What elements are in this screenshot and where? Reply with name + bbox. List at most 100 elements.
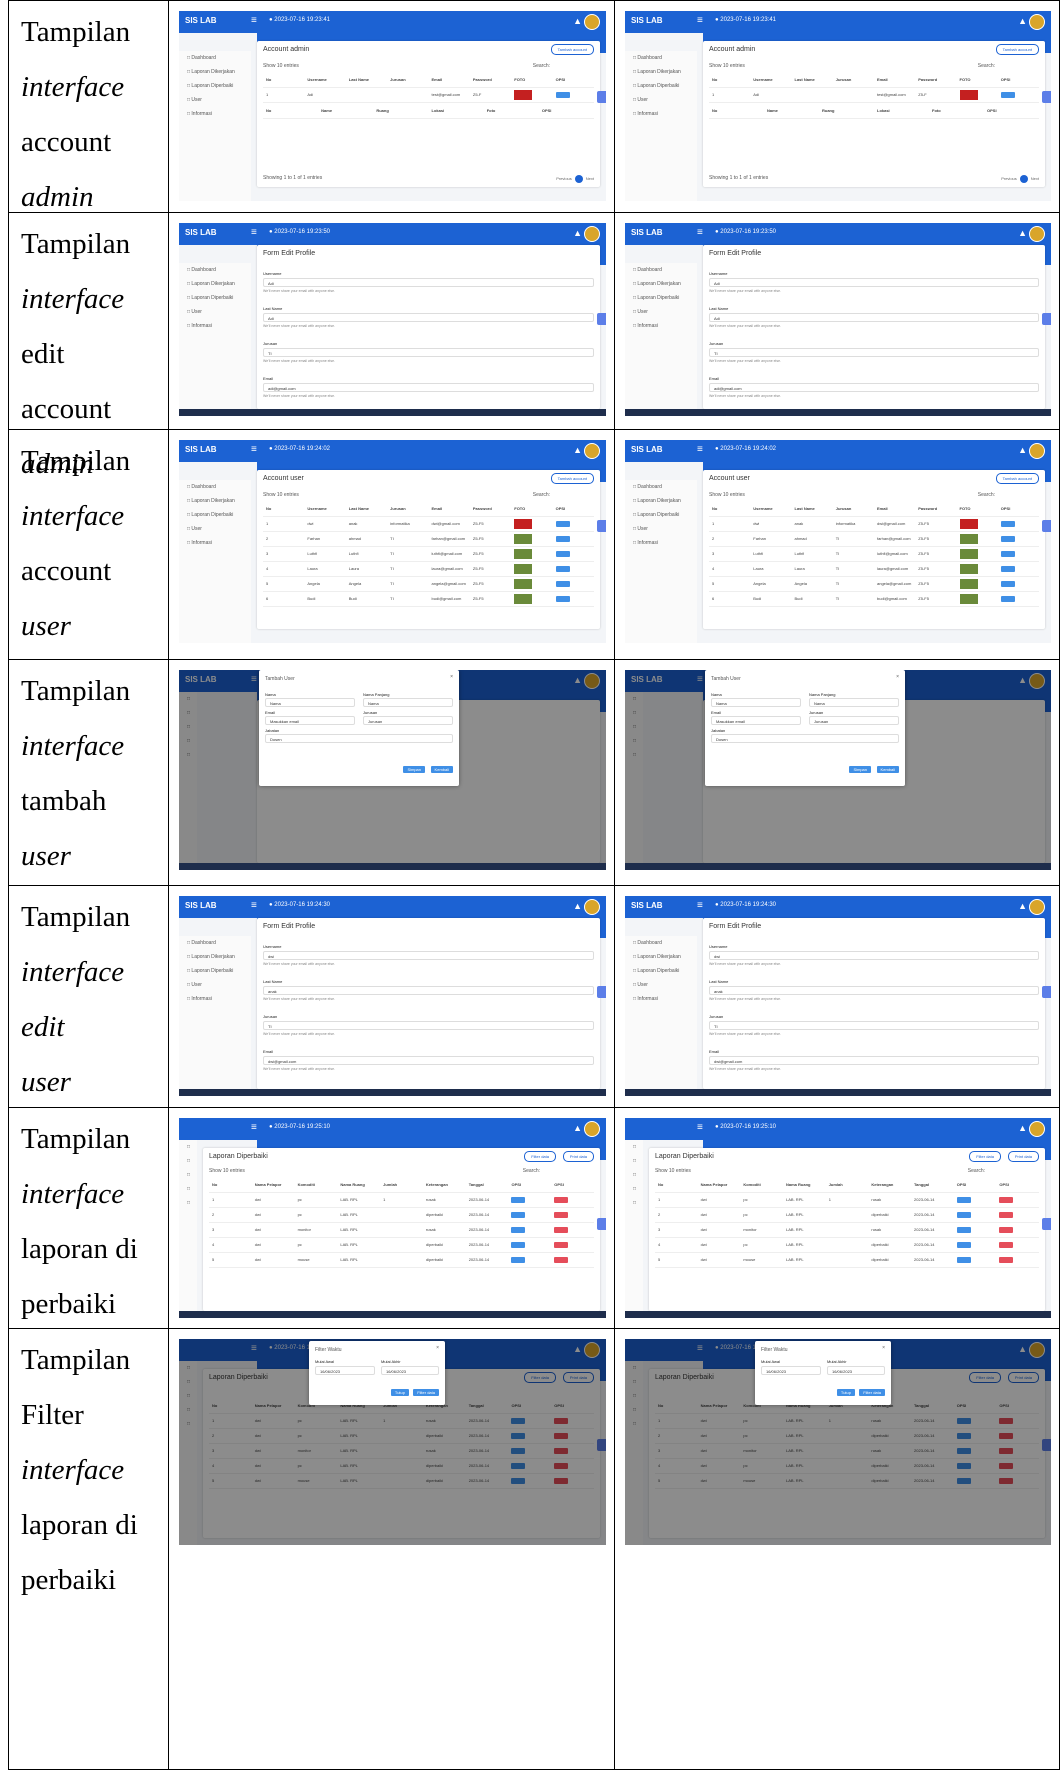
edit-button[interactable] xyxy=(956,1226,971,1233)
form-input[interactable]: TI xyxy=(263,1021,594,1030)
column-header[interactable]: Tanggal xyxy=(911,1178,954,1192)
sidebar-item[interactable]: □ Informasi xyxy=(179,319,251,333)
sidebar-icon[interactable]: □ xyxy=(625,1168,643,1182)
bell-icon[interactable]: ▲ xyxy=(1018,901,1027,911)
sidebar-item[interactable]: □ Laporan Diperbaiki xyxy=(625,79,697,93)
column-header[interactable]: No xyxy=(709,73,750,87)
avatar[interactable] xyxy=(584,14,600,30)
sidebar-item[interactable]: □ User xyxy=(179,522,251,536)
sidebar-item[interactable]: □ Laporan Diperbaiki xyxy=(179,964,251,978)
save-button[interactable]: Simpan xyxy=(849,766,871,773)
sidebar-item[interactable]: □ User xyxy=(625,93,697,107)
column-header[interactable]: Username xyxy=(304,73,345,87)
column-header[interactable]: FOTO xyxy=(957,502,998,516)
column-header[interactable]: Email xyxy=(429,502,470,516)
sidebar-item[interactable]: □ Informasi xyxy=(625,107,697,121)
close-icon[interactable]: × xyxy=(436,1345,439,1351)
column-header[interactable]: Jurusan xyxy=(833,73,874,87)
delete-button[interactable] xyxy=(554,1196,569,1203)
sidebar-icon[interactable]: □ xyxy=(625,1196,643,1210)
sidebar-item[interactable]: □ Laporan Diperbaiki xyxy=(179,79,251,93)
entries-select[interactable]: Show 10 entries xyxy=(263,492,299,498)
menu-icon[interactable]: ≡ xyxy=(251,444,257,455)
print-button[interactable]: Print data xyxy=(562,1151,594,1162)
delete-button[interactable] xyxy=(999,1226,1014,1233)
search-input[interactable]: Search: xyxy=(533,492,550,498)
edit-button[interactable] xyxy=(511,1256,526,1263)
column-header[interactable]: No xyxy=(209,1178,252,1192)
edit-button[interactable] xyxy=(956,1241,971,1248)
column-header[interactable]: Password xyxy=(915,73,956,87)
sidebar-item[interactable]: □ User xyxy=(625,522,697,536)
column-header[interactable]: Email xyxy=(429,73,470,87)
edit-button[interactable] xyxy=(1000,91,1015,98)
column-header[interactable]: Komoditi xyxy=(740,1178,783,1192)
sidebar-item[interactable]: □ Laporan Dikerjakan xyxy=(179,494,251,508)
edit-button[interactable] xyxy=(511,1226,526,1233)
delete-button[interactable] xyxy=(554,1211,569,1218)
sidebar-item[interactable]: □ Informasi xyxy=(179,992,251,1006)
edit-button[interactable] xyxy=(555,565,570,572)
edit-button[interactable] xyxy=(511,1196,526,1203)
sidebar-item[interactable]: □ Laporan Dikerjakan xyxy=(625,277,697,291)
sidebar-item[interactable]: □ User xyxy=(179,978,251,992)
sidebar-icon[interactable]: □ xyxy=(625,1140,643,1154)
sidebar-icon[interactable]: □ xyxy=(625,1154,643,1168)
column-header[interactable]: Email xyxy=(874,502,915,516)
page-1-button[interactable] xyxy=(574,175,583,183)
form-input[interactable]: TI xyxy=(709,1021,1039,1030)
column-header[interactable]: Jumlah xyxy=(826,1178,869,1192)
entries-select[interactable]: Show 10 entries xyxy=(209,1168,245,1174)
bell-icon[interactable]: ▲ xyxy=(573,228,582,238)
form-input[interactable]: Masukkan email xyxy=(711,716,801,725)
search-input[interactable]: Search: xyxy=(978,492,995,498)
form-input[interactable]: Jurusan xyxy=(363,716,453,725)
sidebar-item[interactable]: □ User xyxy=(625,978,697,992)
brand-logo[interactable]: SIS LAB xyxy=(631,16,663,25)
column-header[interactable]: FOTO xyxy=(957,73,998,87)
brand-logo[interactable]: SIS LAB xyxy=(631,228,663,237)
search-input[interactable]: Search: xyxy=(523,1168,540,1174)
edit-button[interactable] xyxy=(1000,520,1015,527)
avatar[interactable] xyxy=(584,443,600,459)
close-button[interactable]: Tutup xyxy=(390,1389,409,1396)
form-input[interactable]: dwi xyxy=(709,951,1039,960)
column-header[interactable]: Nama Ruang xyxy=(783,1178,826,1192)
sidebar-item[interactable]: □ Laporan Dikerjakan xyxy=(625,494,697,508)
sidebar-icon[interactable]: □ xyxy=(179,1182,197,1196)
menu-icon[interactable]: ≡ xyxy=(251,15,257,26)
bell-icon[interactable]: ▲ xyxy=(573,1123,582,1133)
bell-icon[interactable]: ▲ xyxy=(573,901,582,911)
column-header[interactable]: Password xyxy=(915,502,956,516)
column-header[interactable]: Jurusan xyxy=(387,73,428,87)
avatar[interactable] xyxy=(1029,14,1045,30)
sidebar-item[interactable]: □ Laporan Dikerjakan xyxy=(625,950,697,964)
avatar[interactable] xyxy=(584,1121,600,1137)
menu-icon[interactable]: ≡ xyxy=(251,900,257,911)
edit-button[interactable] xyxy=(1000,580,1015,587)
bell-icon[interactable]: ▲ xyxy=(573,16,582,26)
sidebar-item[interactable]: □ Laporan Diperbaiki xyxy=(625,964,697,978)
settings-icon[interactable] xyxy=(1042,313,1051,325)
sidebar-item[interactable]: □ Laporan Diperbaiki xyxy=(179,508,251,522)
column-header[interactable]: OPSI xyxy=(553,502,594,516)
avatar[interactable] xyxy=(584,226,600,242)
column-header[interactable]: Password xyxy=(470,502,511,516)
search-input[interactable]: Search: xyxy=(978,63,995,69)
sidebar-item[interactable]: □ Informasi xyxy=(625,319,697,333)
form-input[interactable]: Adi xyxy=(263,278,594,287)
sidebar-icon[interactable]: □ xyxy=(625,1182,643,1196)
sidebar-item[interactable]: □ Dashboard xyxy=(179,263,251,277)
sidebar-item[interactable]: □ Dashboard xyxy=(625,936,697,950)
column-header[interactable]: No xyxy=(709,502,750,516)
edit-button[interactable] xyxy=(1000,535,1015,542)
sidebar-item[interactable]: □ Dashboard xyxy=(179,936,251,950)
column-header[interactable]: FOTO xyxy=(511,502,552,516)
delete-button[interactable] xyxy=(554,1256,569,1263)
delete-button[interactable] xyxy=(554,1226,569,1233)
edit-button[interactable] xyxy=(956,1211,971,1218)
sidebar-item[interactable]: □ Laporan Diperbaiki xyxy=(179,291,251,305)
edit-button[interactable] xyxy=(555,580,570,587)
column-header[interactable]: Komoditi xyxy=(295,1178,338,1192)
sidebar-item[interactable]: □ Laporan Dikerjakan xyxy=(625,65,697,79)
